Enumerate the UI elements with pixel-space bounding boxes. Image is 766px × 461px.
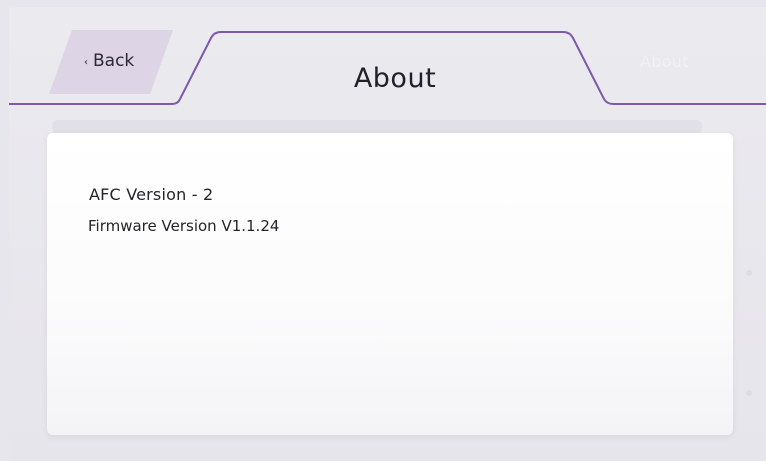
panel-shadow <box>52 120 702 134</box>
page-title: About <box>353 63 437 94</box>
edge-indicator <box>746 390 752 396</box>
back-label: Back <box>93 51 135 71</box>
firmware-version-text: Firmware Version V1.1.24 <box>88 217 280 235</box>
chevron-left-icon: ‹ <box>84 57 88 68</box>
edge-indicator <box>746 270 752 276</box>
back-button[interactable]: ‹ Back <box>49 30 173 94</box>
tab-about-inactive[interactable]: About <box>640 52 689 71</box>
afc-version-text: AFC Version - 2 <box>89 185 214 204</box>
about-card: AFC Version - 2 Firmware Version V1.1.24 <box>47 133 733 435</box>
